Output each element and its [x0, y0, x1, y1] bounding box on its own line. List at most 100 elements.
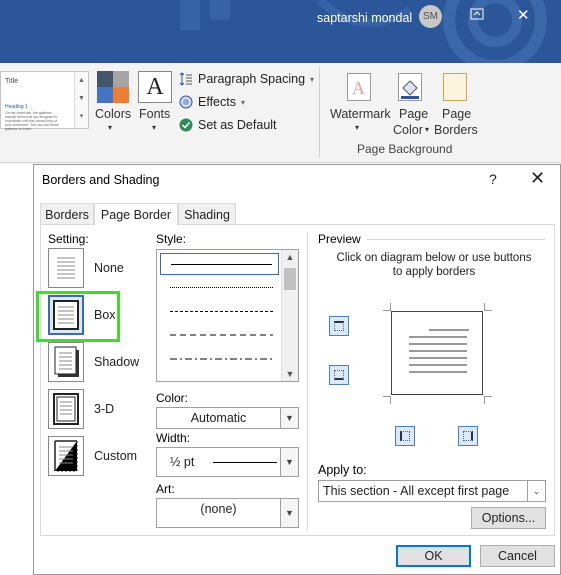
tab-page-border-label: Page Border — [100, 208, 172, 222]
dialog-close-icon[interactable]: ✕ — [530, 168, 545, 189]
apply-to-label: Apply to: — [318, 463, 367, 477]
bottom-border-button[interactable] — [329, 365, 349, 385]
set-as-default-label: Set as Default — [198, 118, 277, 132]
paragraph-spacing-dropdown-icon: ▾ — [310, 74, 315, 84]
gallery-title-text: Title — [5, 78, 18, 85]
paragraph-spacing-label: Paragraph Spacing — [198, 72, 306, 86]
top-border-button[interactable] — [329, 316, 349, 336]
width-select[interactable]: ½ pt ▼ — [156, 447, 299, 477]
tab-page-border[interactable]: Page Border — [94, 203, 178, 226]
style-item-solid[interactable] — [160, 253, 279, 275]
cancel-button[interactable]: Cancel — [480, 545, 555, 567]
setting-shadow-label: Shadow — [94, 355, 140, 369]
page-color-icon[interactable] — [398, 73, 422, 101]
chevron-down-icon[interactable]: ▼ — [280, 499, 298, 527]
page-borders-label-1[interactable]: Page — [442, 107, 471, 121]
column-divider — [307, 232, 308, 530]
page-borders-button[interactable]: Borders — [434, 123, 478, 137]
style-line-dotted — [170, 287, 273, 288]
page-borders-icon[interactable] — [443, 73, 467, 101]
fonts-dropdown-icon[interactable]: ▾ — [152, 123, 156, 132]
scroll-down-icon[interactable]: ▼ — [75, 90, 88, 108]
avatar[interactable]: SM — [419, 5, 442, 28]
scroll-thumb[interactable] — [284, 268, 296, 290]
style-line-dash-dot — [170, 358, 273, 360]
preview-text-line — [409, 357, 467, 359]
corner-mark — [484, 303, 492, 311]
colors-dropdown-icon[interactable]: ▾ — [108, 123, 112, 132]
right-border-button[interactable] — [458, 426, 478, 446]
style-item-dashed-small[interactable] — [160, 301, 279, 323]
color-select[interactable]: Automatic ▼ — [156, 407, 299, 429]
preview-text-line — [409, 336, 467, 338]
left-border-icon — [400, 431, 410, 441]
style-item-dashed-large[interactable] — [160, 325, 279, 347]
watermark-button[interactable]: Watermark — [330, 107, 391, 121]
setting-3d[interactable]: 3-D — [48, 389, 168, 435]
effects-label: Effects — [198, 95, 236, 109]
setting-custom-label: Custom — [94, 449, 138, 463]
tab-borders[interactable]: Borders — [40, 203, 94, 225]
tab-shading[interactable]: Shading — [178, 203, 236, 225]
gallery-scrollbar[interactable]: ▲ ▼ ▾ — [74, 72, 88, 128]
chevron-down-icon[interactable]: ⌄ — [527, 481, 545, 501]
chevron-down-icon[interactable]: ▼ — [280, 448, 298, 476]
ribbon-display-options-icon[interactable] — [470, 8, 484, 23]
preview-text-line — [409, 371, 467, 373]
selection-highlight — [36, 291, 120, 342]
art-select[interactable]: (none) ▼ — [156, 498, 299, 528]
page-color-dropdown-icon[interactable]: ▾ — [425, 125, 429, 134]
page-color-label-1[interactable]: Page — [399, 107, 428, 121]
apply-to-select[interactable]: This section - All except first page ⌄ — [318, 480, 546, 502]
help-icon[interactable]: ? — [489, 171, 497, 187]
right-border-icon — [463, 431, 473, 441]
scroll-up-icon[interactable]: ▲ — [75, 72, 88, 90]
options-button[interactable]: Options... — [471, 507, 546, 529]
set-as-default-button[interactable]: Set as Default — [179, 115, 277, 135]
scroll-up-arrow-icon[interactable]: ▲ — [282, 252, 298, 262]
dialog-title: Borders and Shading — [42, 173, 160, 187]
border-custom-icon — [48, 436, 84, 476]
ribbon-separator — [319, 67, 320, 157]
style-line-dashed-small — [170, 311, 273, 312]
corner-mark — [484, 396, 492, 404]
close-icon[interactable]: ✕ — [517, 6, 530, 24]
page-color-button[interactable]: Color — [393, 123, 423, 137]
title-bar: saptarshi mondal SM ✕ — [0, 0, 561, 63]
style-list[interactable]: ▲ ▼ — [156, 249, 299, 382]
ok-button[interactable]: OK — [396, 545, 471, 567]
art-label: Art: — [156, 482, 175, 496]
style-set-gallery[interactable]: Title Heading 1 On the Insert tab, the g… — [0, 71, 89, 131]
setting-custom[interactable]: Custom — [48, 436, 168, 482]
setting-none[interactable]: None — [48, 248, 168, 294]
user-name[interactable]: saptarshi mondal — [317, 11, 412, 25]
colors-button[interactable]: Colors — [95, 107, 131, 121]
style-item-dotted[interactable] — [160, 277, 279, 299]
preview-diagram[interactable] — [391, 311, 483, 395]
paragraph-spacing-button[interactable]: Paragraph Spacing ▾ — [179, 69, 314, 89]
chevron-down-icon[interactable]: ▼ — [280, 408, 298, 428]
apply-to-value: This section - All except first page — [323, 484, 510, 498]
left-border-button[interactable] — [395, 426, 415, 446]
scroll-down-arrow-icon[interactable]: ▼ — [282, 369, 298, 379]
setting-shadow[interactable]: Shadow — [48, 342, 168, 388]
effects-icon — [179, 95, 193, 109]
style-list-scrollbar[interactable]: ▲ ▼ — [281, 250, 298, 381]
colors-icon[interactable] — [97, 71, 129, 103]
fonts-button[interactable]: Fonts — [139, 107, 170, 121]
fonts-icon[interactable]: A — [138, 71, 172, 103]
gallery-more-icon[interactable]: ▾ — [75, 108, 88, 126]
preview-hint: Click on diagram below or use buttons to… — [336, 252, 532, 278]
preview-text-line — [429, 329, 469, 331]
color-select-value: Automatic — [190, 411, 247, 425]
svg-text:A: A — [352, 78, 365, 98]
watermark-dropdown-icon[interactable]: ▾ — [355, 123, 359, 132]
art-select-value: (none) — [200, 502, 237, 516]
page-background-group-label: Page Background — [357, 142, 453, 156]
borders-and-shading-dialog: Borders and Shading ? ✕ Borders Page Bor… — [33, 164, 561, 575]
watermark-icon[interactable]: A — [347, 73, 371, 101]
style-item-dash-dot[interactable] — [160, 349, 279, 371]
effects-button[interactable]: Effects ▾ — [179, 92, 245, 112]
document-page[interactable] — [0, 164, 33, 575]
tab-borders-label: Borders — [45, 208, 89, 222]
